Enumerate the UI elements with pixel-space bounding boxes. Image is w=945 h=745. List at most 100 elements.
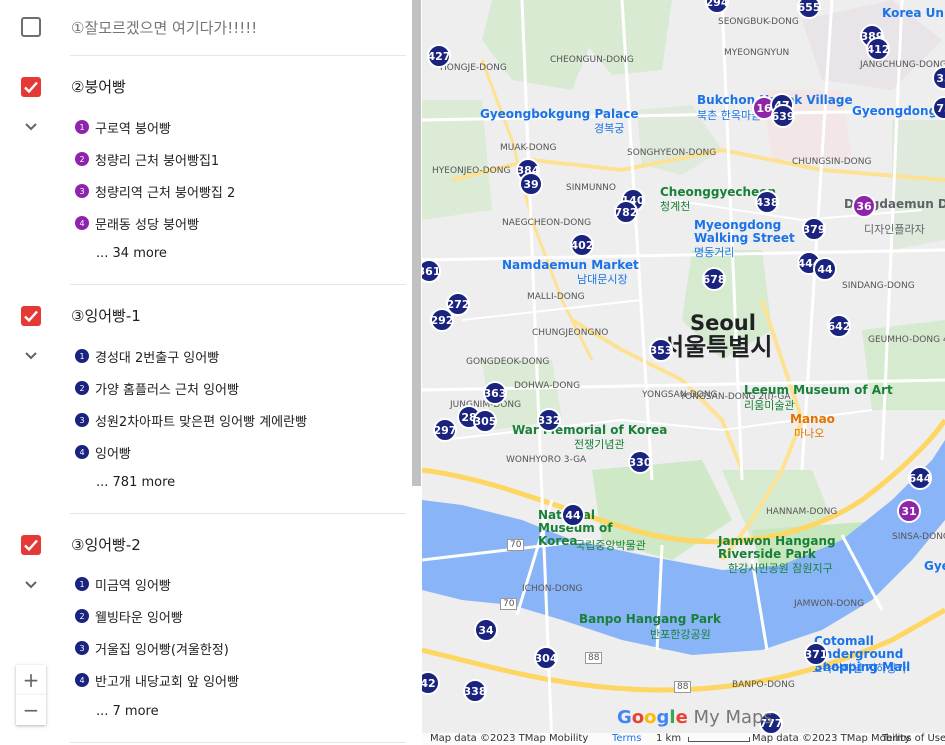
list-item[interactable]: 4 문래동 성당 붕어빵 bbox=[75, 213, 199, 233]
poi-namdaemun-ko: 남대문시장 bbox=[577, 273, 628, 286]
road-shield: 70 bbox=[507, 539, 525, 551]
poi-banpo-park-ko: 반포한강공원 bbox=[650, 628, 711, 641]
poi-korea-uni[interactable]: Korea Uni bbox=[882, 7, 945, 20]
map-marker[interactable]: 297 bbox=[433, 418, 457, 442]
list-item[interactable]: 2 가양 홈플러스 근처 잉어빵 bbox=[75, 378, 239, 398]
district-label: CHUNGJEONGNO bbox=[532, 328, 609, 338]
poi-leeum[interactable]: Leeum Museum of Art bbox=[744, 384, 893, 397]
map-marker[interactable]: 36 bbox=[852, 194, 876, 218]
map-marker[interactable]: 304 bbox=[534, 646, 558, 670]
district-label: SINDANG-DONG bbox=[842, 281, 915, 291]
poi-myeongdong-ko: 명동거리 bbox=[694, 246, 735, 259]
poi-jamwon-park[interactable]: Jamwon Hangang Riverside Park bbox=[718, 535, 868, 561]
chevron-down-icon[interactable] bbox=[22, 347, 40, 365]
layer-title[interactable]: ②붕어빵 bbox=[71, 76, 126, 97]
layer-checkbox[interactable] bbox=[21, 306, 41, 326]
list-item[interactable]: 4 잉어빵 bbox=[75, 442, 131, 462]
road-shield: 70 bbox=[500, 598, 518, 610]
map-marker[interactable]: 353 bbox=[649, 338, 673, 362]
item-label: 구로역 붕어빵 bbox=[95, 121, 171, 137]
list-item[interactable]: 2 웰빙타운 잉어빵 bbox=[75, 606, 183, 626]
layer-title[interactable]: ③잉어빵-2 bbox=[71, 534, 141, 555]
poi-gyeongbok-edge[interactable]: Gyeongbok bbox=[924, 560, 945, 573]
map-marker[interactable]: 292 bbox=[430, 308, 454, 332]
zoom-out-button[interactable]: − bbox=[16, 695, 46, 725]
layer-panel: ①잘모르겠으면 여기다가!!!!! ②붕어빵 1 구로역 붕어빵 2 청량리 근처 … bbox=[0, 0, 422, 745]
map-marker[interactable]: 338 bbox=[463, 679, 487, 703]
map-marker[interactable]: 31 bbox=[897, 499, 921, 523]
district-label: CHEONGUN-DONG bbox=[550, 55, 634, 65]
item-number: 2 bbox=[75, 381, 89, 395]
map-marker[interactable]: 44 bbox=[813, 257, 837, 281]
item-label: 웰빙타운 잉어빵 bbox=[95, 610, 183, 626]
terms-of-use-link[interactable]: Terms of Use bbox=[882, 733, 945, 744]
district-label: SINSA-DONG bbox=[892, 532, 945, 542]
more-link[interactable]: ... 34 more bbox=[96, 246, 167, 261]
layer-checkbox[interactable] bbox=[21, 535, 41, 555]
list-item[interactable]: 4 반고개 내당교회 앞 잉어빵 bbox=[75, 670, 239, 690]
chevron-down-icon[interactable] bbox=[22, 576, 40, 594]
item-number: 1 bbox=[75, 577, 89, 591]
poi-myeongdong[interactable]: Myeongdong Walking Street bbox=[694, 219, 814, 245]
item-number: 1 bbox=[75, 120, 89, 134]
map-marker[interactable]: 379 bbox=[802, 217, 826, 241]
list-item[interactable]: 3 성원2차아파트 맞은편 잉어빵 계에란빵 bbox=[75, 410, 307, 430]
district-label: NAEGCHEON-DONG bbox=[502, 218, 592, 228]
list-item[interactable]: 3 거울집 잉어빵(겨울한정) bbox=[75, 638, 229, 658]
road-shield: 88 bbox=[674, 681, 692, 693]
poi-ddp-ko: 디자인플라자 bbox=[864, 223, 925, 236]
map-marker[interactable]: 438 bbox=[755, 190, 779, 214]
map-marker[interactable]: 639 bbox=[771, 104, 795, 128]
district-label: GEUMHO-DONG 4-GA bbox=[868, 335, 945, 345]
map-marker[interactable]: 330 bbox=[628, 450, 652, 474]
chevron-down-icon[interactable] bbox=[22, 118, 40, 136]
item-label: 가양 홈플러스 근처 잉어빵 bbox=[95, 382, 239, 398]
map-canvas[interactable]: HONGJE-DONG CHEONGUN-DONG MUAK-DONG HYEO… bbox=[422, 0, 945, 745]
map-marker[interactable]: 642 bbox=[827, 314, 851, 338]
district-label: HANNAM-DONG bbox=[766, 507, 838, 517]
poi-jamwon-park-ko: 한강시민공원 잠원지구 bbox=[728, 562, 833, 575]
layer-checkbox[interactable] bbox=[21, 77, 41, 97]
poi-banpo-park[interactable]: Banpo Hangang Park bbox=[579, 613, 721, 626]
layer-checkbox[interactable] bbox=[21, 17, 41, 37]
poi-manao-ko: 마나오 bbox=[794, 427, 825, 440]
panel-scrollbar[interactable] bbox=[412, 0, 421, 486]
more-link[interactable]: ... 781 more bbox=[96, 475, 175, 490]
map-marker[interactable]: 412 bbox=[866, 37, 890, 61]
list-item[interactable]: 1 경성대 2번출구 잉어빵 bbox=[75, 346, 219, 366]
item-label: 반고개 내당교회 앞 잉어빵 bbox=[95, 674, 239, 690]
layer-title[interactable]: ③잉어빵-1 bbox=[71, 305, 141, 326]
city-label-ko: 서울특별시 bbox=[662, 333, 773, 361]
list-item[interactable]: 3 청량리역 근처 붕어빵집 2 bbox=[75, 181, 235, 201]
poi-gyeongbokgung-ko: 경복궁 bbox=[594, 122, 625, 135]
more-link[interactable]: ... 7 more bbox=[96, 704, 159, 719]
district-label: JAMWON-DONG bbox=[794, 599, 865, 609]
poi-goto-mall-ko: 고속터미널 지하상가 bbox=[812, 662, 907, 675]
map-marker[interactable]: 782 bbox=[614, 200, 638, 224]
layer-title[interactable]: ①잘모르겠으면 여기다가!!!!! bbox=[71, 17, 257, 38]
map-marker[interactable]: 371 bbox=[804, 642, 828, 666]
divider bbox=[70, 284, 406, 285]
district-label: HYEONJEO-DONG bbox=[432, 166, 511, 176]
item-label: 성원2차아파트 맞은편 잉어빵 계에란빵 bbox=[95, 414, 308, 430]
map-marker[interactable]: 402 bbox=[570, 233, 594, 257]
map-marker[interactable]: 332 bbox=[537, 408, 561, 432]
list-item[interactable]: 1 미금역 잉어빵 bbox=[75, 574, 171, 594]
map-marker[interactable]: 678 bbox=[702, 267, 726, 291]
map-marker[interactable]: 34 bbox=[474, 618, 498, 642]
map-marker[interactable]: 44 bbox=[561, 503, 585, 527]
scale-label: 1 km bbox=[656, 733, 682, 744]
item-number: 2 bbox=[75, 152, 89, 166]
map-marker[interactable]: 427 bbox=[427, 44, 451, 68]
district-label: BANPO-DONG bbox=[732, 680, 795, 690]
map-marker[interactable]: 363 bbox=[483, 381, 507, 405]
map-marker[interactable]: 39 bbox=[519, 172, 543, 196]
list-item[interactable]: 2 청량리 근처 붕어빵집1 bbox=[75, 149, 219, 169]
layer-bungeoppang: ②붕어빵 1 구로역 붕어빵 2 청량리 근처 붕어빵집1 3 청량리역 근처 붕어빵… bbox=[0, 75, 410, 275]
divider bbox=[70, 513, 406, 514]
list-item[interactable]: 1 구로역 붕어빵 bbox=[75, 117, 171, 137]
zoom-in-button[interactable]: + bbox=[16, 665, 46, 695]
map-marker[interactable]: 644 bbox=[908, 466, 932, 490]
terms-link[interactable]: Terms bbox=[612, 733, 641, 744]
map-marker[interactable]: 305 bbox=[473, 409, 497, 433]
